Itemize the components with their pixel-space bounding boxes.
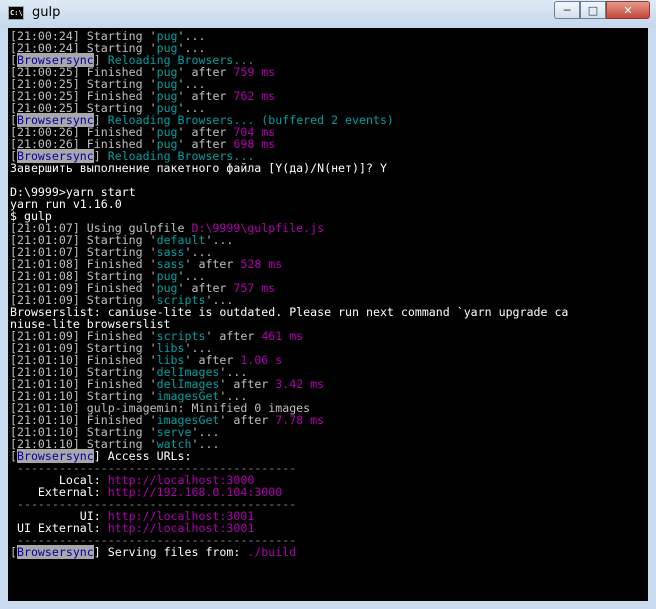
console-text: 461 ms xyxy=(261,329,304,343)
console-text: ' after xyxy=(219,413,276,427)
minimize-button[interactable]: ─ xyxy=(554,1,580,19)
window-controls: ─ □ ✕ xyxy=(554,1,650,20)
console-text: ' after xyxy=(205,329,262,343)
console-text: ./build xyxy=(247,545,297,559)
console-text: Serving files from: xyxy=(107,545,248,559)
console-text: 762 ms xyxy=(233,89,276,103)
console-text: '... xyxy=(191,437,220,451)
console-text: 759 ms xyxy=(233,65,276,79)
console-text: Browsersync xyxy=(16,545,94,559)
maximize-icon: □ xyxy=(587,3,599,17)
console-line: Завершить выполнение пакетного файла [Y(… xyxy=(10,162,568,174)
console-line: yarn run v1.16.0 xyxy=(10,198,568,210)
console-lines: [21:00:24] Starting 'pug'... [21:00:24] S… xyxy=(10,30,568,559)
console-icon[interactable]: C:\ xyxy=(8,6,24,20)
console-text: 3.42 ms xyxy=(275,377,325,391)
console-text: ] xyxy=(93,545,108,559)
title-bar[interactable]: C:\ gulp ─ □ ✕ xyxy=(0,0,656,28)
console-text: 7.78 ms xyxy=(275,413,325,427)
close-icon: ✕ xyxy=(623,3,633,17)
console-output[interactable]: [21:00:24] Starting 'pug'... [21:00:24] S… xyxy=(8,28,648,601)
console-line: [Browsersync] Serving files from: ./buil… xyxy=(10,545,568,559)
maximize-button[interactable]: □ xyxy=(580,1,606,19)
console-text: [ xyxy=(10,545,17,559)
window-title: gulp xyxy=(32,5,61,20)
console-window: C:\ gulp ─ □ ✕ [21:00:24] Starting 'pug'… xyxy=(0,0,656,609)
close-button[interactable]: ✕ xyxy=(606,1,650,19)
console-text: Завершить выполнение пакетного файла [Y(… xyxy=(10,161,387,175)
console-text: 757 ms xyxy=(233,281,276,295)
minimize-icon: ─ xyxy=(563,3,571,17)
console-text: 528 ms xyxy=(240,257,283,271)
